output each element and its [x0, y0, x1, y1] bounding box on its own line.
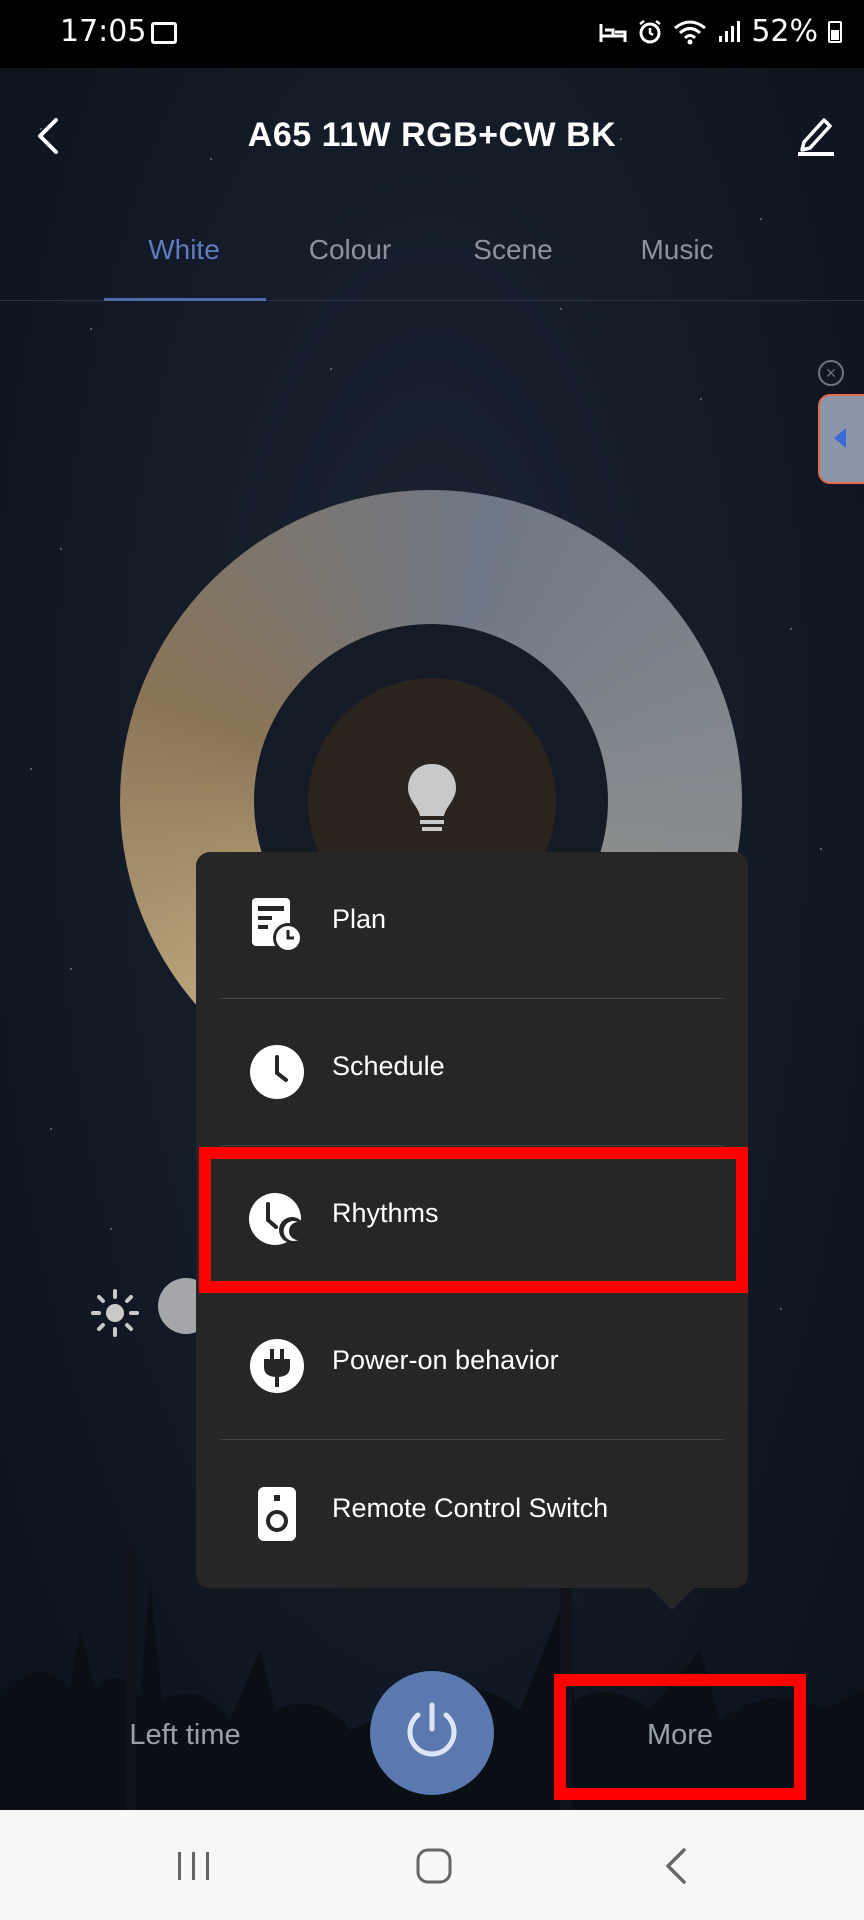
menu-item-label: Plan [332, 904, 387, 934]
battery-percent: 52% [751, 14, 818, 49]
light-bulb-icon [408, 764, 456, 831]
battery-icon [828, 20, 842, 43]
floating-side-tab[interactable] [818, 394, 864, 484]
bottom-control-bar: Left time More [0, 1655, 864, 1810]
menu-item-label: Remote Control Switch [332, 1493, 609, 1523]
device-title: A65 11W RGB+CW BK [247, 116, 617, 154]
menu-item-power-on-behavior[interactable]: Power-on behavior [196, 1293, 748, 1440]
system-back-icon[interactable] [656, 1844, 700, 1888]
edit-pencil-icon[interactable] [794, 112, 838, 156]
menu-item-plan[interactable]: Plan [196, 852, 748, 999]
tab-colour[interactable]: Colour [270, 234, 430, 266]
menu-item-label: Power-on behavior [332, 1345, 559, 1375]
signal-icon [719, 20, 741, 42]
menu-item-remote-control-switch[interactable]: Remote Control Switch [196, 1441, 748, 1588]
left-time-button[interactable]: Left time [90, 1719, 280, 1752]
alarm-icon [639, 19, 662, 43]
sleep-mode-icon [599, 23, 627, 42]
clock-icon [250, 1045, 304, 1099]
plan-icon [252, 898, 303, 953]
rhythms-highlight-box [199, 1147, 748, 1293]
power-button[interactable] [370, 1671, 494, 1795]
menu-pointer [648, 1586, 696, 1610]
tab-music[interactable]: Music [597, 234, 757, 266]
recent-apps-icon[interactable] [172, 1844, 216, 1888]
tab-scene[interactable]: Scene [433, 234, 593, 266]
plug-icon [250, 1339, 304, 1393]
power-icon [407, 1702, 457, 1757]
status-bar: 17:05 52% [0, 0, 864, 68]
tab-white[interactable]: White [104, 234, 264, 266]
menu-divider [220, 1439, 724, 1440]
close-floating-icon[interactable]: × [818, 360, 844, 386]
mode-tabs: White Colour Scene Music [0, 220, 864, 301]
system-nav-bar [0, 1810, 864, 1920]
more-button[interactable]: More [582, 1719, 778, 1752]
menu-item-schedule[interactable]: Schedule [196, 999, 748, 1146]
gallery-notification-icon [151, 22, 177, 44]
app-header: A65 11W RGB+CW BK [0, 68, 864, 198]
status-time: 17:05 [60, 14, 147, 49]
wifi-icon [674, 20, 707, 44]
home-icon[interactable] [412, 1844, 456, 1888]
remote-icon [258, 1487, 296, 1541]
brightness-sun-icon [91, 1289, 139, 1337]
active-tab-indicator [104, 298, 266, 301]
menu-item-label: Schedule [332, 1051, 445, 1081]
